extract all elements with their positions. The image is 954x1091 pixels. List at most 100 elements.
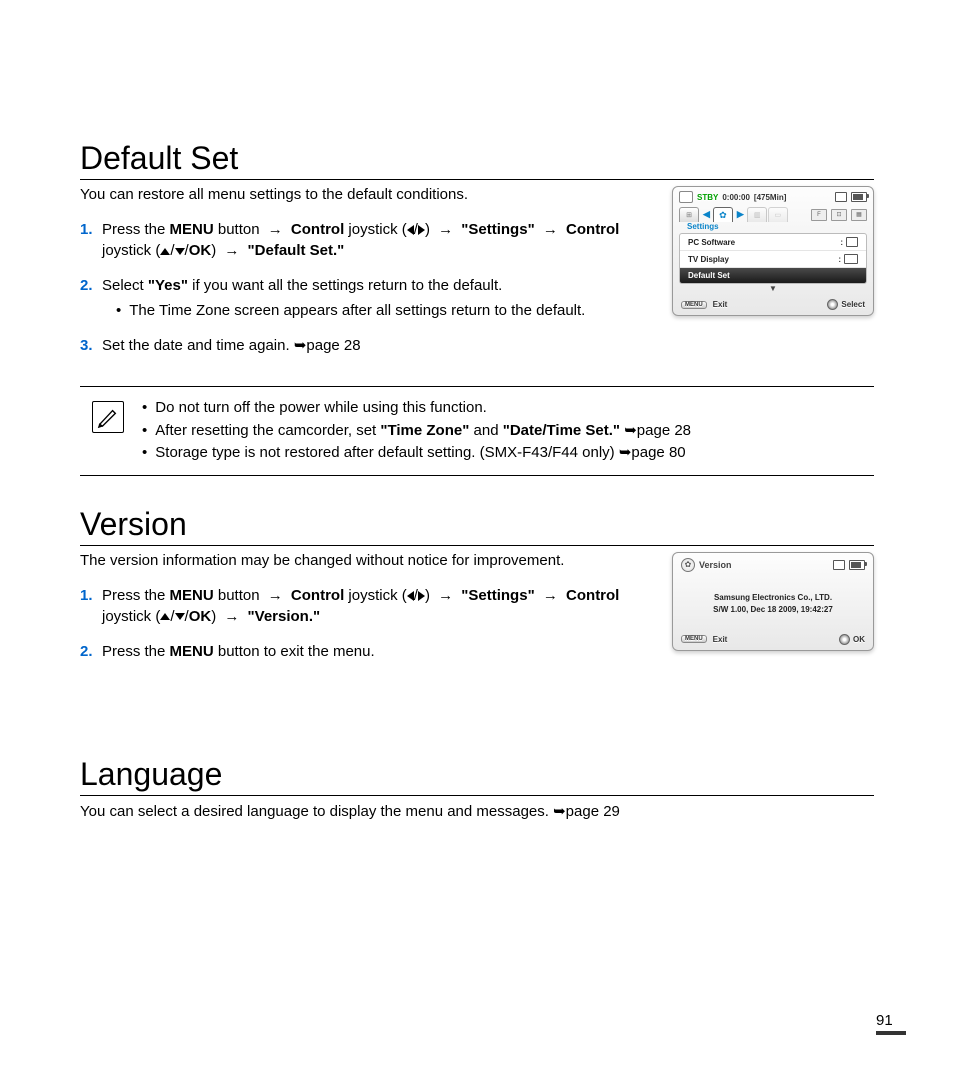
note-icon: [92, 401, 124, 433]
arrow-right-icon: →: [264, 585, 287, 606]
device-footer: MENU Exit Select: [673, 295, 873, 315]
camera-icon: [679, 191, 693, 203]
menu-value: :: [838, 254, 858, 264]
note-item: Storage type is not restored after defau…: [142, 442, 691, 465]
triangle-down-icon: [175, 613, 185, 620]
version-info: Samsung Electronics Co., LTD. S/W 1.00, …: [673, 574, 873, 630]
indicator-box-icon: ⊡: [831, 209, 847, 221]
arrow-right-icon: →: [220, 606, 243, 627]
arrow-right-icon: →: [264, 219, 287, 240]
device-screenshot-version: ✿ Version Samsung Electronics Co., LTD. …: [672, 552, 874, 651]
step-text: Set the date and time again. ➥page 28: [102, 335, 670, 356]
menu-label: PC Software: [688, 238, 735, 247]
menu-row-tv-display: TV Display :: [680, 251, 866, 268]
arrow-right-icon: →: [539, 585, 562, 606]
section-version: Version The version information may be c…: [80, 506, 874, 726]
battery-icon: [851, 192, 867, 202]
device-screenshot-settings: STBY 0:00:00 [475Min] ⊞ ◀ ✿ ▶ ▥ ▭ F ⊡: [672, 186, 874, 316]
page-ref-icon: ➥: [619, 442, 632, 465]
note-list: Do not turn off the power while using th…: [142, 397, 691, 465]
exit-label: Exit: [713, 300, 728, 309]
triangle-right-icon: [418, 591, 425, 601]
joystick-icon: [827, 299, 838, 310]
triangle-left-icon: [407, 225, 414, 235]
heading-default-set: Default Set: [80, 140, 874, 180]
step-number: 1.: [80, 219, 102, 261]
card-icon: [833, 560, 845, 570]
arrow-right-icon: →: [434, 219, 457, 240]
arrow-right-icon: →: [434, 585, 457, 606]
scroll-down-icon: ▼: [673, 284, 873, 295]
time-remaining: [475Min]: [754, 193, 786, 202]
step-1: 1. Press the MENU button → Control joyst…: [80, 219, 670, 261]
tab-row: ⊞ ◀ ✿ ▶ ▥ ▭ F ⊡ ▦: [673, 205, 873, 222]
step-1: 1. Press the MENU button → Control joyst…: [80, 585, 670, 627]
indicator-box-icon: F: [811, 209, 827, 221]
triangle-up-icon: [160, 248, 170, 255]
indicator-box-icon: ▦: [851, 209, 867, 221]
company-line: Samsung Electronics Co., LTD.: [683, 592, 863, 604]
device-topbar: ✿ Version: [673, 553, 873, 574]
tab-arrow-right-icon: ▶: [734, 209, 747, 220]
tab-film-icon: ▥: [747, 207, 767, 222]
menu-row-pc-software: PC Software :: [680, 234, 866, 251]
menu-label: TV Display: [688, 255, 729, 264]
step-text: Press the MENU button → Control joystick…: [102, 585, 670, 627]
step-number: 2.: [80, 275, 102, 321]
battery-icon: [849, 560, 865, 570]
settings-menu: PC Software : TV Display : Default Set: [679, 233, 867, 284]
settings-tab-label: Settings: [673, 222, 873, 233]
device-footer: MENU Exit OK: [673, 630, 873, 650]
page-ref-icon: ➥: [294, 335, 307, 356]
desc-language: You can select a desired language to dis…: [80, 802, 874, 820]
step-text: Press the MENU button to exit the menu.: [102, 641, 670, 662]
triangle-right-icon: [418, 225, 425, 235]
step-text: Select "Yes" if you want all the setting…: [102, 275, 670, 321]
arrow-right-icon: →: [539, 219, 562, 240]
heading-version: Version: [80, 506, 874, 546]
page-number: 91: [876, 1012, 906, 1035]
section-default-set: Default Set You can restore all menu set…: [80, 140, 874, 476]
page-ref-icon: ➥: [624, 420, 637, 443]
triangle-left-icon: [407, 591, 414, 601]
arrow-right-icon: →: [220, 240, 243, 261]
joystick-icon: [839, 634, 850, 645]
note-box: Do not turn off the power while using th…: [80, 386, 874, 476]
ok-label: OK: [853, 635, 865, 644]
menu-value: :: [840, 237, 858, 247]
exit-label: Exit: [713, 635, 728, 644]
step-number: 3.: [80, 335, 102, 356]
step-number: 2.: [80, 641, 102, 662]
section-language: Language You can select a desired langua…: [80, 756, 874, 820]
step-3: 3. Set the date and time again. ➥page 28: [80, 335, 670, 356]
heading-language: Language: [80, 756, 874, 796]
note-item: After resetting the camcorder, set "Time…: [142, 420, 691, 443]
stby-label: STBY: [697, 193, 718, 202]
version-title: Version: [699, 560, 732, 570]
select-label: Select: [841, 300, 865, 309]
tab-blank-icon: ▭: [768, 207, 788, 222]
menu-pill: MENU: [681, 301, 707, 309]
card-icon: [835, 192, 847, 202]
tab-grid-icon: ⊞: [679, 207, 699, 222]
note-item: Do not turn off the power while using th…: [142, 397, 691, 420]
step-text: Press the MENU button → Control joystick…: [102, 219, 670, 261]
menu-label: Default Set: [688, 271, 730, 280]
step-2: 2. Select "Yes" if you want all the sett…: [80, 275, 670, 321]
menu-pill: MENU: [681, 635, 707, 643]
gear-icon: ✿: [681, 558, 695, 572]
device-topbar: STBY 0:00:00 [475Min]: [673, 187, 873, 205]
tab-settings-icon: ✿: [713, 207, 733, 222]
sub-bullet: The Time Zone screen appears after all s…: [116, 300, 670, 321]
monitor-icon: [844, 254, 858, 264]
step-number: 1.: [80, 585, 102, 627]
menu-row-default-set: Default Set: [680, 268, 866, 283]
manual-page: Default Set You can restore all menu set…: [0, 0, 954, 1091]
sw-version-line: S/W 1.00, Dec 18 2009, 19:42:27: [683, 604, 863, 616]
triangle-down-icon: [175, 248, 185, 255]
page-ref-icon: ➥: [553, 802, 566, 820]
tab-arrow-left-icon: ◀: [700, 209, 713, 220]
pc-icon: [846, 237, 858, 247]
timecode: 0:00:00: [722, 193, 750, 202]
step-2: 2. Press the MENU button to exit the men…: [80, 641, 670, 662]
